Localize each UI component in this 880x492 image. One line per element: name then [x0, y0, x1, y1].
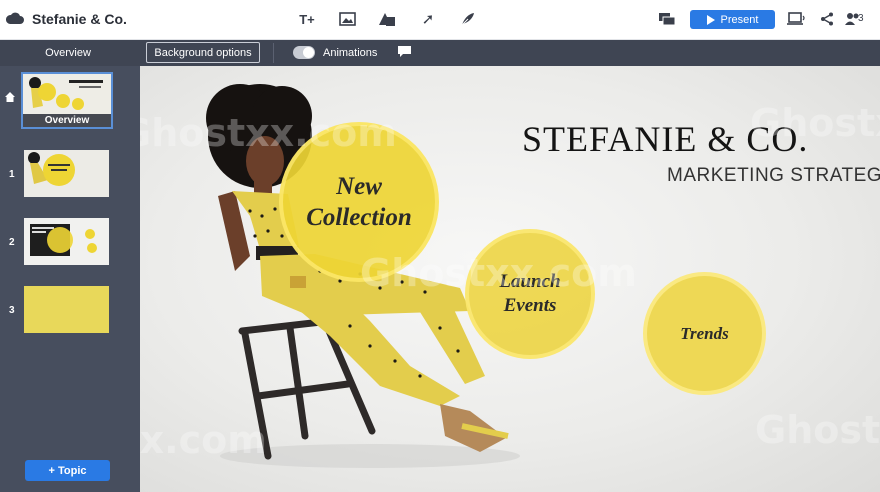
watermark: Ghostxx.com [755, 408, 880, 452]
play-icon [706, 14, 715, 25]
present-button[interactable]: Present [690, 10, 775, 29]
topic-label: Events [503, 295, 557, 316]
watermark: Ghostxx.com [140, 111, 397, 155]
home-icon[interactable] [5, 92, 15, 102]
overview-thumbnail[interactable]: Overview [21, 72, 113, 129]
background-options-button[interactable]: Background options [146, 42, 260, 63]
presentation-title[interactable]: Stefanie & Co. [32, 11, 127, 27]
slide-number: 2 [9, 237, 15, 248]
slide-number: 1 [9, 169, 15, 180]
cloud-icon[interactable] [6, 11, 24, 25]
toolbar-divider [273, 43, 274, 63]
shapes-icon[interactable] [377, 10, 397, 28]
watermark: Ghostxx.com [360, 251, 637, 295]
toggle-knob [303, 47, 314, 58]
comment-icon[interactable] [398, 46, 411, 57]
slides-sidebar: Overview 1 2 3 + Topic [0, 66, 140, 492]
present-remotely-icon[interactable] [787, 10, 807, 28]
comments-icon[interactable] [657, 10, 677, 28]
canvas-options-bar: Overview Background options Animations [0, 40, 880, 66]
draw-icon[interactable] [458, 10, 478, 28]
slide-2-preview [24, 218, 109, 265]
collaborators-count: 3 [858, 13, 864, 24]
top-toolbar: Stefanie & Co. T+ ➚ Present 3 [0, 0, 880, 40]
presentation-subheading[interactable]: MARKETING STRATEGY [667, 165, 880, 187]
topic-label: Collection [306, 204, 412, 231]
overview-heading: Overview [45, 47, 91, 59]
share-icon[interactable] [817, 10, 837, 28]
add-topic-button[interactable]: + Topic [25, 460, 110, 481]
overview-thumb-label: Overview [23, 114, 111, 127]
slide-thumbnail-2[interactable] [24, 218, 109, 265]
slide-1-preview [24, 150, 109, 197]
slide-number: 3 [9, 305, 15, 316]
text-icon[interactable]: T+ [297, 10, 317, 28]
watermark: Ghostxx.com [750, 101, 880, 145]
presentation-canvas[interactable]: STEFANIE & CO. MARKETING STRATEGY New Co… [140, 66, 880, 492]
present-label: Present [720, 13, 759, 26]
arrow-icon[interactable]: ➚ [418, 10, 438, 28]
watermark: Ghostxx.com [140, 418, 267, 462]
animations-label: Animations [323, 47, 378, 59]
slide-thumbnail-3[interactable] [24, 286, 109, 333]
animations-toggle[interactable] [293, 46, 315, 59]
image-icon[interactable] [337, 10, 357, 28]
slide-thumbnail-1[interactable] [24, 150, 109, 197]
topic-trends[interactable]: Trends [643, 272, 766, 395]
topic-label: Trends [680, 323, 729, 343]
topic-label: New [336, 173, 382, 200]
